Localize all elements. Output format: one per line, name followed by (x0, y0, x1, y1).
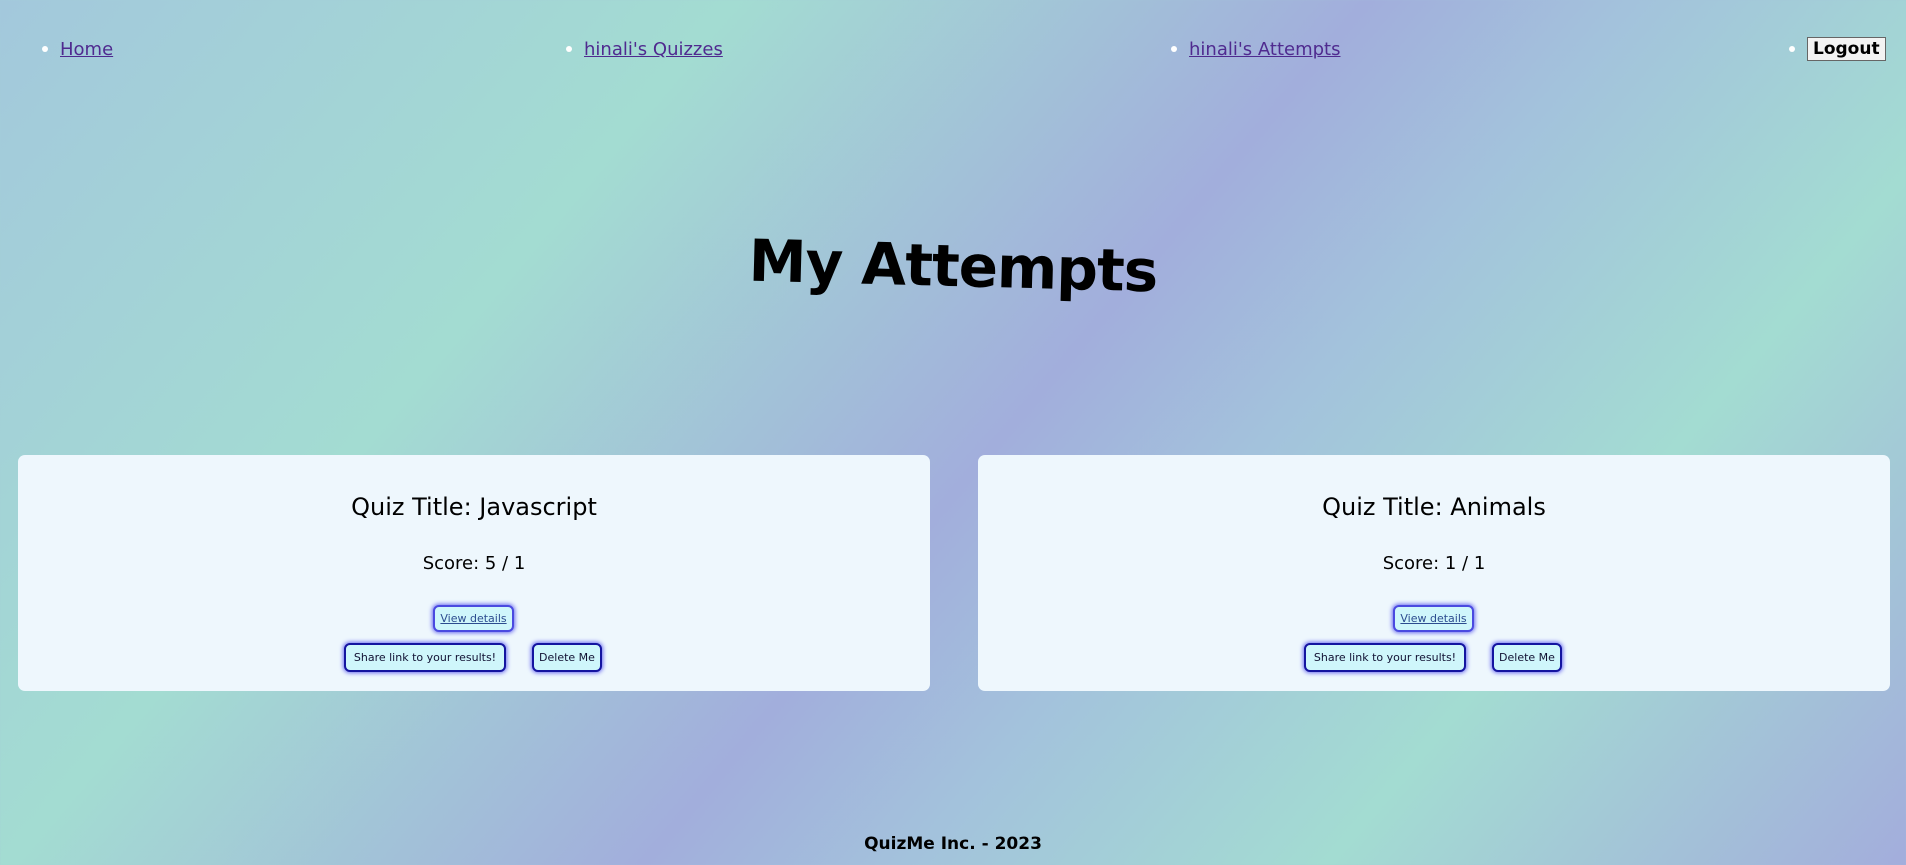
delete-attempt-button[interactable]: Delete Me (532, 643, 602, 672)
nav-item-logout: Logout (1789, 34, 1886, 64)
quiz-title: Quiz Title: Javascript (351, 493, 597, 521)
quiz-title: Quiz Title: Animals (1322, 493, 1546, 521)
nav-item-attempts: hinali's Attempts (1171, 34, 1340, 64)
quiz-score: Score: 5 / 1 (422, 553, 526, 574)
nav-item-quizzes: hinali's Quizzes (566, 34, 723, 64)
quiz-score: Score: 1 / 1 (1382, 553, 1486, 574)
home-link[interactable]: Home (60, 39, 113, 60)
my-quizzes-link[interactable]: hinali's Quizzes (584, 39, 723, 60)
share-results-button[interactable]: Share link to your results! (344, 643, 506, 672)
view-details-button[interactable]: View details (433, 605, 514, 632)
view-details-button[interactable]: View details (1393, 605, 1474, 632)
page-title: My Attempts (747, 226, 1159, 306)
delete-attempt-button[interactable]: Delete Me (1492, 643, 1562, 672)
bullet-icon (42, 46, 48, 52)
footer-copyright: QuizMe Inc. - 2023 (864, 834, 1042, 854)
bullet-icon (1789, 46, 1795, 52)
bullet-icon (566, 46, 572, 52)
bullet-icon (1171, 46, 1177, 52)
nav-item-home: Home (42, 34, 113, 64)
top-navigation: Home hinali's Quizzes hinali's Attempts … (0, 34, 1906, 64)
my-attempts-link[interactable]: hinali's Attempts (1189, 39, 1340, 60)
share-results-button[interactable]: Share link to your results! (1304, 643, 1466, 672)
logout-button[interactable]: Logout (1807, 37, 1886, 61)
attempt-card: Quiz Title: Javascript Score: 5 / 1 View… (18, 455, 930, 691)
attempt-card: Quiz Title: Animals Score: 1 / 1 View de… (978, 455, 1890, 691)
